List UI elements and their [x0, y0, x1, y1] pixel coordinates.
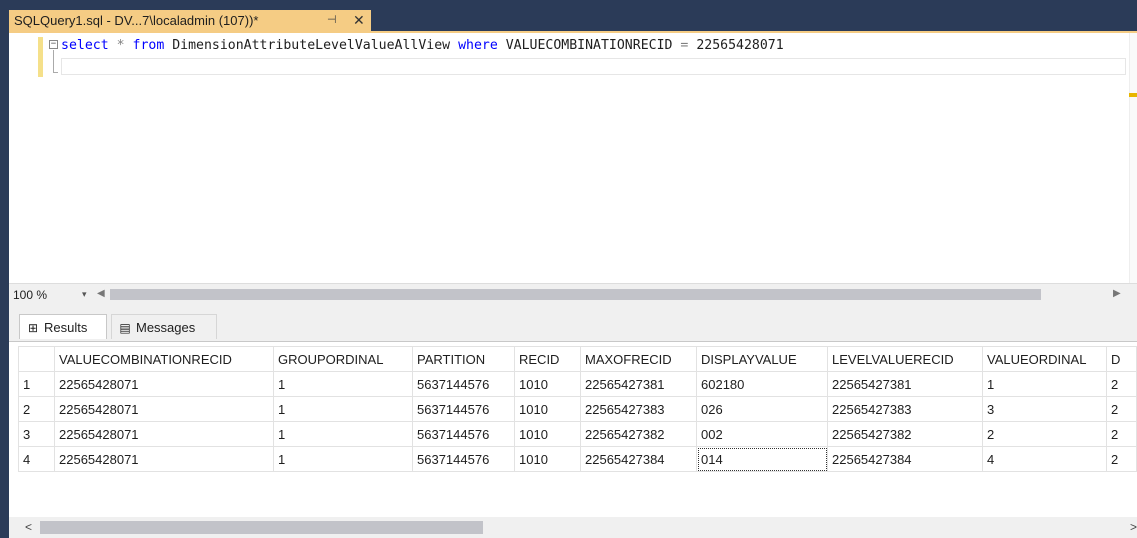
table-cell[interactable]: 4 [982, 446, 1107, 472]
column-header[interactable]: LEVELVALUERECID [827, 346, 983, 372]
table-cell[interactable]: 2 [1106, 421, 1137, 447]
tab-results[interactable]: ⊞ Results [19, 314, 107, 339]
zoom-level[interactable]: 100 % [13, 288, 47, 302]
column-header[interactable]: RECID [514, 346, 581, 372]
table-cell[interactable]: 5637144576 [412, 421, 515, 447]
change-margin-bar [38, 37, 43, 77]
table-cell[interactable]: 22565427382 [580, 421, 697, 447]
sql-line-1[interactable]: select * from DimensionAttributeLevelVal… [61, 38, 784, 53]
grid-horizontal-scrollbar[interactable]: < > [9, 517, 1137, 538]
editor-horizontal-scroll-thumb[interactable] [110, 289, 1041, 300]
table-cell[interactable]: 2 [1106, 446, 1137, 472]
results-grid-pane: VALUECOMBINATIONRECID GROUPORDINAL PARTI… [9, 341, 1137, 518]
selected-cell[interactable]: 014 [696, 446, 828, 472]
table-cell[interactable]: 2 [1106, 396, 1137, 422]
column-header[interactable]: MAXOFRECID [580, 346, 697, 372]
close-icon[interactable]: ✕ [353, 10, 365, 31]
table-cell[interactable]: 1010 [514, 396, 581, 422]
scroll-right-icon[interactable]: ▶ [1113, 288, 1121, 299]
fold-guide-end [53, 72, 58, 73]
table-cell[interactable]: 5637144576 [412, 446, 515, 472]
column-header[interactable]: VALUECOMBINATIONRECID [54, 346, 274, 372]
scrollbar-marker [1129, 93, 1137, 97]
table-cell[interactable]: 1 [982, 371, 1107, 397]
grid-icon: ⊞ [27, 321, 39, 335]
grid-scroll-thumb[interactable] [40, 521, 483, 534]
table-cell[interactable]: 22565427384 [827, 446, 983, 472]
table-cell[interactable]: 22565427381 [580, 371, 697, 397]
query-document-tab[interactable]: SQLQuery1.sql - DV...7\localadmin (107))… [9, 10, 371, 31]
current-line-highlight [61, 58, 1126, 75]
table-cell[interactable]: 5637144576 [412, 371, 515, 397]
row-number-header[interactable] [18, 346, 55, 372]
tab-results-label: Results [44, 320, 88, 335]
table-cell[interactable]: 1010 [514, 446, 581, 472]
table-cell[interactable]: 1 [273, 421, 413, 447]
row-number[interactable]: 4 [18, 446, 55, 472]
messages-icon: ▤ [119, 321, 131, 335]
column-header[interactable]: DISPLAYVALUE [696, 346, 828, 372]
table-row[interactable]: 1 22565428071 1 5637144576 1010 22565427… [18, 371, 1137, 397]
table-cell[interactable]: 22565427383 [827, 396, 983, 422]
row-number[interactable]: 3 [18, 421, 55, 447]
header-row: VALUECOMBINATIONRECID GROUPORDINAL PARTI… [18, 346, 1137, 372]
table-cell[interactable]: 22565428071 [54, 396, 274, 422]
sql-editor[interactable]: − select * from DimensionAttributeLevelV… [9, 33, 1137, 283]
row-number[interactable]: 2 [18, 396, 55, 422]
table-cell[interactable]: 22565427381 [827, 371, 983, 397]
zoom-and-scroll-bar: 100 % ▾ ◀ ▶ [9, 283, 1137, 306]
results-grid: VALUECOMBINATIONRECID GROUPORDINAL PARTI… [18, 346, 1137, 472]
table-cell[interactable]: 602180 [696, 371, 828, 397]
table-cell[interactable]: 22565428071 [54, 421, 274, 447]
fold-guide [53, 50, 54, 72]
star-token: * [116, 38, 125, 53]
column-header[interactable]: VALUEORDINAL [982, 346, 1107, 372]
query-tab-title: SQLQuery1.sql - DV...7\localadmin (107))… [14, 13, 259, 28]
editor-vertical-scrollbar[interactable] [1129, 33, 1137, 283]
collapse-icon[interactable]: − [49, 40, 58, 49]
tab-messages[interactable]: ▤ Messages [111, 314, 217, 339]
table-cell[interactable]: 1 [273, 371, 413, 397]
table-cell[interactable]: 1 [273, 396, 413, 422]
column-header[interactable]: GROUPORDINAL [273, 346, 413, 372]
keyword-select: select [61, 38, 109, 53]
table-row[interactable]: 2 22565428071 1 5637144576 1010 22565427… [18, 396, 1137, 422]
result-tabs: ⊞ Results ▤ Messages [9, 305, 1137, 341]
table-cell[interactable]: 22565427383 [580, 396, 697, 422]
table-cell[interactable]: 1010 [514, 371, 581, 397]
grid-scroll-right-icon[interactable]: > [1130, 520, 1137, 534]
table-name: DimensionAttributeLevelValueAllView [172, 38, 451, 53]
zoom-dropdown-icon[interactable]: ▾ [82, 289, 87, 300]
table-cell[interactable]: 5637144576 [412, 396, 515, 422]
column-header[interactable]: D [1106, 346, 1137, 372]
table-cell[interactable]: 22565428071 [54, 446, 274, 472]
keyword-from: from [132, 38, 165, 53]
table-cell[interactable]: 002 [696, 421, 828, 447]
keyword-where: where [458, 38, 498, 53]
table-cell[interactable]: 1010 [514, 421, 581, 447]
column-name: VALUECOMBINATIONRECID [505, 38, 673, 53]
table-cell[interactable]: 2 [982, 421, 1107, 447]
grid-scroll-left-icon[interactable]: < [25, 520, 32, 534]
equals-token: = [680, 38, 689, 53]
table-cell[interactable]: 3 [982, 396, 1107, 422]
scroll-left-icon[interactable]: ◀ [97, 288, 105, 299]
table-row[interactable]: 4 22565428071 1 5637144576 1010 22565427… [18, 446, 1137, 472]
column-header[interactable]: PARTITION [412, 346, 515, 372]
table-cell[interactable]: 22565427382 [827, 421, 983, 447]
literal-value: 22565428071 [696, 38, 784, 53]
window-left-frame [0, 31, 9, 538]
tab-messages-label: Messages [136, 320, 196, 335]
table-cell[interactable]: 22565427384 [580, 446, 697, 472]
row-number[interactable]: 1 [18, 371, 55, 397]
table-cell[interactable]: 2 [1106, 371, 1137, 397]
table-row[interactable]: 3 22565428071 1 5637144576 1010 22565427… [18, 421, 1137, 447]
pin-icon[interactable]: ⊣ [327, 10, 337, 31]
table-cell[interactable]: 1 [273, 446, 413, 472]
document-tab-strip: SQLQuery1.sql - DV...7\localadmin (107))… [0, 0, 1137, 31]
table-cell[interactable]: 026 [696, 396, 828, 422]
table-cell[interactable]: 22565428071 [54, 371, 274, 397]
